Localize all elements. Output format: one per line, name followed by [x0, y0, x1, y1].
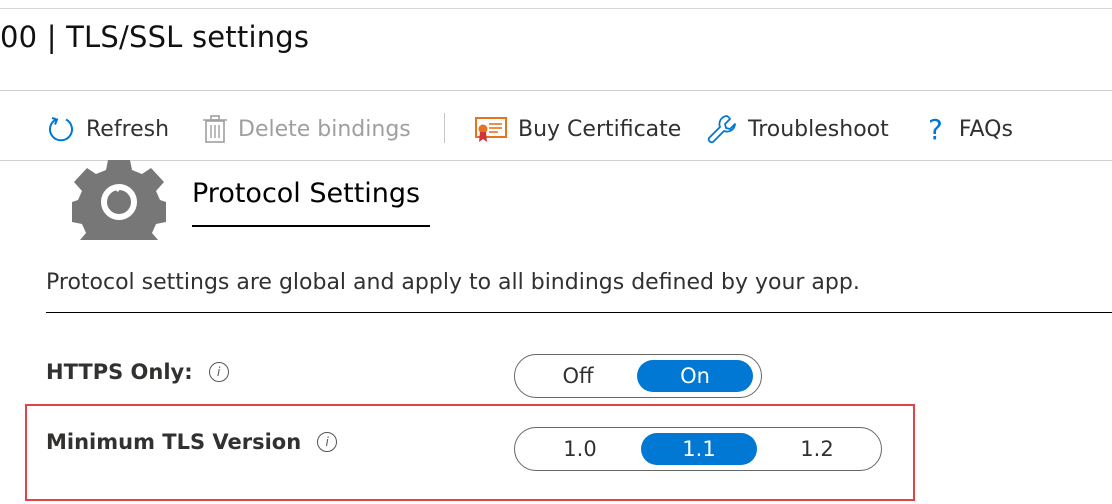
refresh-button[interactable]: Refresh [46, 108, 169, 150]
page-title: 00 | TLS/SSL settings [0, 20, 310, 54]
section-divider [46, 312, 1112, 313]
trash-icon [203, 115, 227, 143]
troubleshoot-button[interactable]: Troubleshoot [706, 108, 889, 150]
https-only-option-off[interactable]: Off [519, 360, 637, 392]
section-title: Protocol Settings [192, 178, 421, 209]
https-only-label: HTTPS Only: [46, 360, 193, 384]
troubleshoot-label: Troubleshoot [748, 116, 889, 142]
wrench-icon [707, 115, 736, 144]
faqs-button[interactable]: ? FAQs [928, 108, 1013, 150]
section-description: Protocol settings are global and apply t… [46, 270, 860, 295]
question-icon: ? [928, 112, 943, 146]
section-title-underline [192, 225, 430, 227]
certificate-icon [475, 117, 507, 142]
https-only-toggle[interactable]: Off On [514, 354, 762, 398]
buy-certificate-label: Buy Certificate [518, 116, 682, 142]
toolbar-bottom-divider [0, 160, 1112, 161]
toolbar-divider [444, 113, 445, 143]
faqs-label: FAQs [958, 116, 1013, 142]
highlight-box [25, 404, 915, 501]
https-only-label-row: HTTPS Only: i [46, 360, 229, 384]
delete-bindings-button[interactable]: Delete bindings [202, 108, 411, 150]
info-icon[interactable]: i [208, 362, 229, 382]
refresh-icon [49, 117, 73, 142]
gear-icon [72, 160, 166, 240]
refresh-label: Refresh [86, 116, 170, 142]
https-only-option-on[interactable]: On [637, 360, 753, 392]
header-divider [0, 90, 1112, 91]
delete-bindings-label: Delete bindings [238, 116, 411, 142]
buy-certificate-button[interactable]: Buy Certificate [474, 108, 681, 150]
top-divider [0, 8, 1112, 9]
